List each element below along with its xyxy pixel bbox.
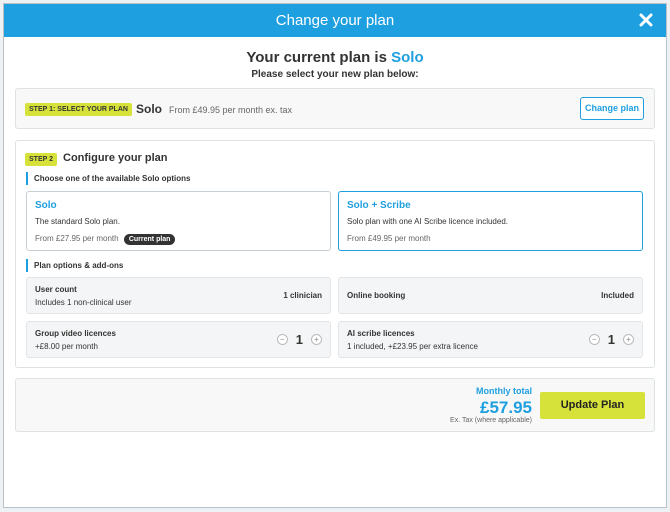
minus-icon[interactable]: −	[276, 334, 288, 345]
addon-group-video: Group video licences +£8.00 per month − …	[26, 321, 331, 358]
step2-title: Configure your plan	[63, 152, 168, 164]
plan-subheading: Please select your new plan below:	[251, 69, 419, 80]
summary-footer: Monthly total £57.95 Ex. Tax (where appl…	[15, 378, 655, 432]
option-price: From £49.95 per month	[347, 234, 431, 243]
heading-prefix: Your current plan is	[246, 49, 387, 66]
addons-label: Plan options & add-ons	[26, 259, 123, 272]
modal-header: Change your plan	[4, 4, 666, 37]
option-title: Solo	[35, 200, 57, 211]
addon-title: User count	[35, 285, 77, 294]
current-plan-heading: Your current plan is Solo	[4, 49, 666, 66]
addon-subtitle: Includes 1 non-clinical user	[35, 298, 132, 307]
addon-online-booking: Online booking Included	[338, 277, 643, 314]
selected-plan-name: Solo	[136, 102, 162, 116]
change-plan-button[interactable]: Change plan	[580, 97, 644, 120]
plus-icon[interactable]: +	[311, 334, 322, 345]
quantity-value: 1	[607, 332, 615, 347]
option-title: Solo + Scribe	[347, 200, 411, 211]
modal-title: Change your plan	[275, 12, 395, 29]
option-price-row: From £27.95 per month Current plan	[35, 234, 322, 245]
option-description: Solo plan with one AI Scribe licence inc…	[347, 217, 508, 226]
addon-user-count: User count Includes 1 non-clinical user …	[26, 277, 331, 314]
step2-badge: STEP 2	[25, 153, 57, 166]
plus-icon[interactable]: +	[623, 334, 634, 345]
option-price: From £27.95 per month	[35, 234, 119, 243]
plan-intro: Your current plan is Solo Please select …	[4, 49, 666, 80]
option-card-solo-scribe[interactable]: Solo + Scribe Solo plan with one AI Scri…	[338, 191, 643, 251]
step1-panel: STEP 1: SELECT YOUR PLAN Solo From £49.9…	[15, 88, 655, 129]
monthly-total-label: Monthly total	[476, 386, 532, 396]
current-plan-badge: Current plan	[123, 234, 176, 245]
step2-panel: STEP 2 Configure your plan Choose one of…	[15, 140, 655, 368]
step1-badge: STEP 1: SELECT YOUR PLAN	[25, 103, 132, 116]
ai-scribe-stepper: − 1 +	[588, 332, 634, 347]
monthly-total-amount: £57.95	[480, 398, 532, 417]
minus-icon[interactable]: −	[588, 334, 600, 345]
change-plan-modal: Change your plan Your current plan is So…	[3, 3, 667, 508]
current-plan-name: Solo	[391, 49, 424, 66]
quantity-value: 1	[295, 332, 303, 347]
group-video-stepper: − 1 +	[276, 332, 322, 347]
option-card-solo[interactable]: Solo The standard Solo plan. From £27.95…	[26, 191, 331, 251]
option-description: The standard Solo plan.	[35, 217, 120, 226]
update-plan-button[interactable]: Update Plan	[540, 392, 645, 419]
tax-note: Ex. Tax (where applicable)	[450, 417, 532, 424]
addon-title: Online booking	[347, 291, 406, 300]
addon-value: Included	[601, 291, 634, 300]
addon-value: 1 clinician	[283, 291, 322, 300]
options-label: Choose one of the available Solo options	[26, 172, 190, 185]
selected-plan-price: From £49.95 per month ex. tax	[169, 105, 293, 115]
addon-ai-scribe: AI scribe licences 1 included, +£23.95 p…	[338, 321, 643, 358]
close-icon[interactable]	[636, 10, 656, 30]
